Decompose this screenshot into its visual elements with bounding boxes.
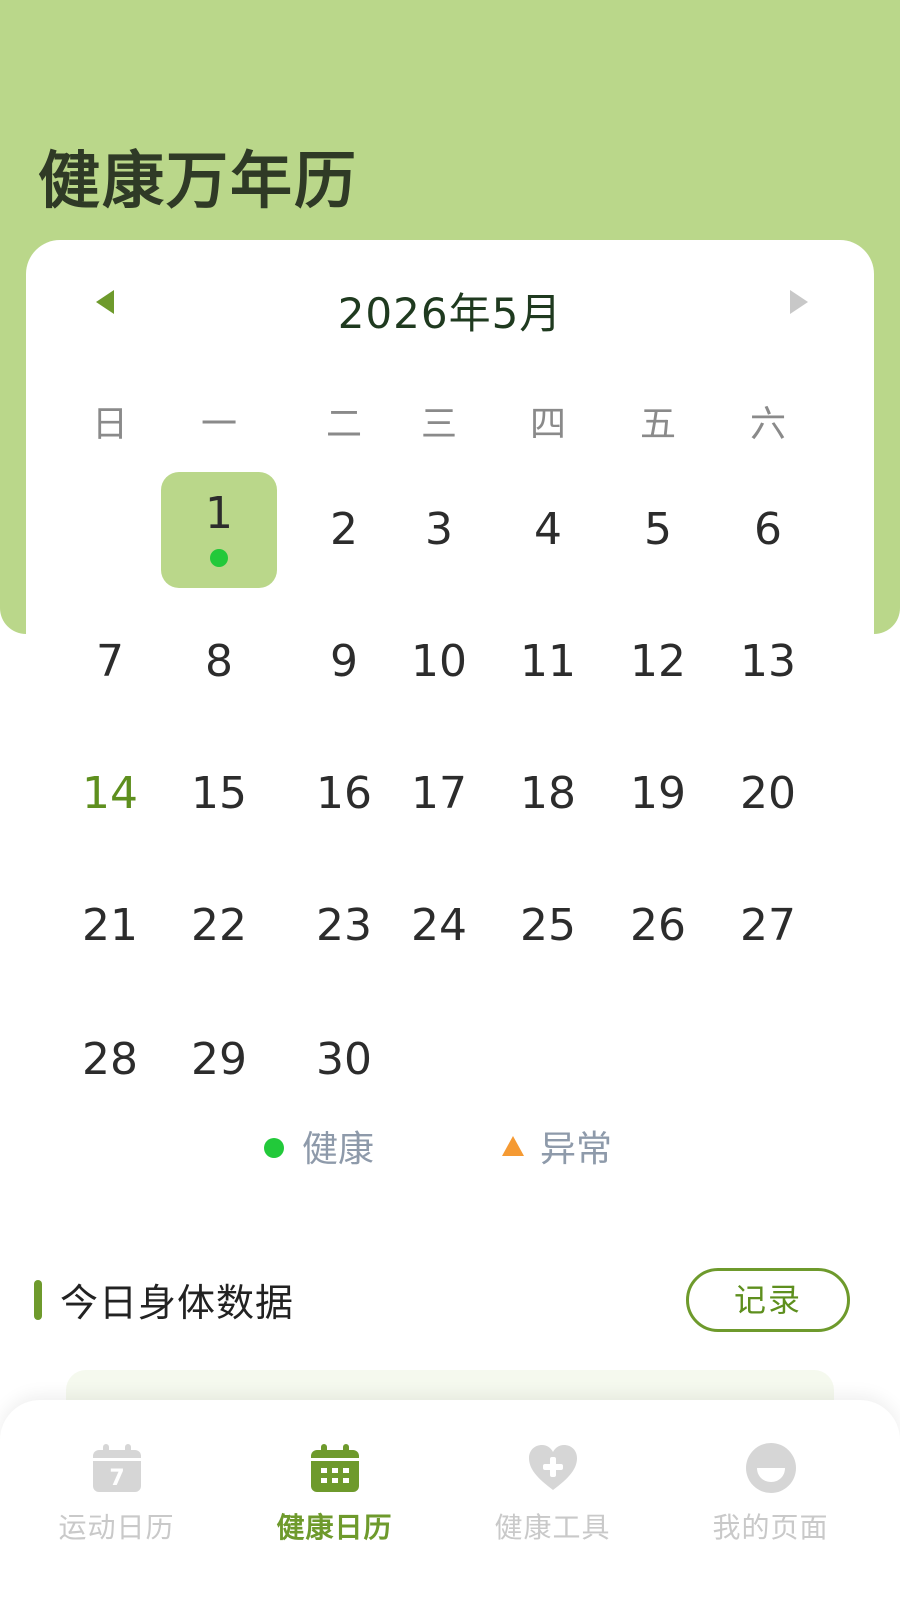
- day-number: 11: [520, 636, 576, 687]
- day-number: 4: [534, 504, 562, 555]
- calendar-day-4[interactable]: 4: [490, 472, 606, 588]
- bottom-navigation: 7 运动日历 健康日历 健康工具 我的页面: [0, 1400, 900, 1600]
- day-number: 22: [191, 900, 247, 951]
- calendar-day-29[interactable]: 29: [161, 1002, 277, 1118]
- day-number: 24: [411, 900, 467, 951]
- nav-item-health-tools[interactable]: 健康工具: [440, 1400, 665, 1600]
- nav-item-sport-calendar[interactable]: 7 运动日历: [4, 1400, 229, 1600]
- calendar-day-19[interactable]: 19: [600, 736, 716, 852]
- day-number: 30: [316, 1034, 372, 1085]
- healthy-dot-icon: [210, 549, 228, 567]
- svg-text:7: 7: [109, 1466, 124, 1491]
- calendar-day-28[interactable]: 28: [52, 1002, 168, 1118]
- month-navigator: 2026年5月: [26, 270, 874, 340]
- weekday-sat: 六: [749, 404, 786, 445]
- weekday-fri: 五: [639, 404, 676, 445]
- nav-label-health-calendar: 健康日历: [276, 1511, 393, 1544]
- nav-item-my-page[interactable]: 我的页面: [658, 1400, 883, 1600]
- day-number: 1: [205, 488, 233, 539]
- record-button[interactable]: 记录: [686, 1268, 850, 1332]
- weekday-thu: 四: [529, 404, 566, 445]
- day-number: 13: [740, 636, 796, 687]
- page-title: 健康万年历: [38, 144, 359, 217]
- calendar-day-14[interactable]: 14: [52, 736, 168, 852]
- day-number: 18: [520, 768, 576, 819]
- day-number: 20: [740, 768, 796, 819]
- day-number: 10: [411, 636, 467, 687]
- calendar-day-3[interactable]: 3: [381, 472, 497, 588]
- calendar-day-27[interactable]: 27: [710, 868, 826, 984]
- month-label: 2026年5月: [337, 289, 563, 338]
- calendar-day-13[interactable]: 13: [710, 604, 826, 720]
- nav-item-health-calendar[interactable]: 健康日历: [222, 1400, 447, 1600]
- day-number: 8: [205, 636, 233, 687]
- day-number: 17: [411, 768, 467, 819]
- calendar-day-8[interactable]: 8: [161, 604, 277, 720]
- today-data-section-header: 今日身体数据 记录: [34, 1268, 866, 1338]
- weekday-tue: 二: [325, 404, 362, 445]
- weekday-header: 日 一 二 三 四 五 六: [26, 395, 874, 455]
- legend-abnormal-label: 异常: [540, 1129, 613, 1170]
- calendar-day-7[interactable]: 7: [52, 604, 168, 720]
- calendar-day-5[interactable]: 5: [600, 472, 716, 588]
- section-title: 今日身体数据: [60, 1281, 295, 1325]
- weekday-sun: 日: [91, 404, 128, 445]
- day-number: 28: [82, 1034, 138, 1085]
- nav-label-sport-calendar: 运动日历: [58, 1511, 175, 1544]
- calendar-day-6[interactable]: 6: [710, 472, 826, 588]
- legend-healthy-label: 健康: [302, 1129, 375, 1170]
- section-accent-bar: [34, 1280, 42, 1320]
- calendar-day-17[interactable]: 17: [381, 736, 497, 852]
- day-number: 26: [630, 900, 686, 951]
- calendar-day-24[interactable]: 24: [381, 868, 497, 984]
- calendar-day-11[interactable]: 11: [490, 604, 606, 720]
- calendar-grid-icon: [311, 1444, 359, 1492]
- day-number: 25: [520, 900, 576, 951]
- next-month-arrow-icon[interactable]: [790, 290, 808, 314]
- day-number: 19: [630, 768, 686, 819]
- day-number: 12: [630, 636, 686, 687]
- abnormal-triangle-icon: [502, 1136, 524, 1156]
- day-number: 7: [96, 636, 124, 687]
- day-number: 15: [191, 768, 247, 819]
- heart-plus-icon: [529, 1445, 577, 1490]
- day-number: 27: [740, 900, 796, 951]
- calendar-day-10[interactable]: 10: [381, 604, 497, 720]
- calendar-day-15[interactable]: 15: [161, 736, 277, 852]
- weekday-mon: 一: [200, 404, 237, 445]
- profile-face-icon: [746, 1443, 796, 1493]
- calendar-day-22[interactable]: 22: [161, 868, 277, 984]
- nav-label-my-page: 我的页面: [712, 1511, 829, 1544]
- day-number: 5: [644, 504, 672, 555]
- calendar-card: 2026年5月 日 一 二 三 四 五 六 1 2 3 4 5 6 7 8 9 10 11 12 13 1…: [26, 240, 874, 1236]
- day-number: 3: [425, 504, 453, 555]
- calendar-day-26[interactable]: 26: [600, 868, 716, 984]
- weekday-wed: 三: [420, 404, 457, 445]
- calendar-day-20[interactable]: 20: [710, 736, 826, 852]
- status-legend: 健康 异常: [26, 1120, 874, 1180]
- calendar-day-12[interactable]: 12: [600, 604, 716, 720]
- calendar-day-18[interactable]: 18: [490, 736, 606, 852]
- day-number: 29: [191, 1034, 247, 1085]
- day-number: 21: [82, 900, 138, 951]
- healthy-dot-icon: [264, 1138, 284, 1158]
- calendar-day-25[interactable]: 25: [490, 868, 606, 984]
- calendar-7-icon: 7: [93, 1444, 141, 1492]
- day-number: 14: [82, 768, 138, 819]
- calendar-day-1[interactable]: 1: [161, 472, 277, 588]
- day-number: 6: [754, 504, 782, 555]
- nav-label-health-tools: 健康工具: [494, 1511, 611, 1544]
- calendar-day-30[interactable]: 30: [286, 1002, 402, 1118]
- calendar-day-21[interactable]: 21: [52, 868, 168, 984]
